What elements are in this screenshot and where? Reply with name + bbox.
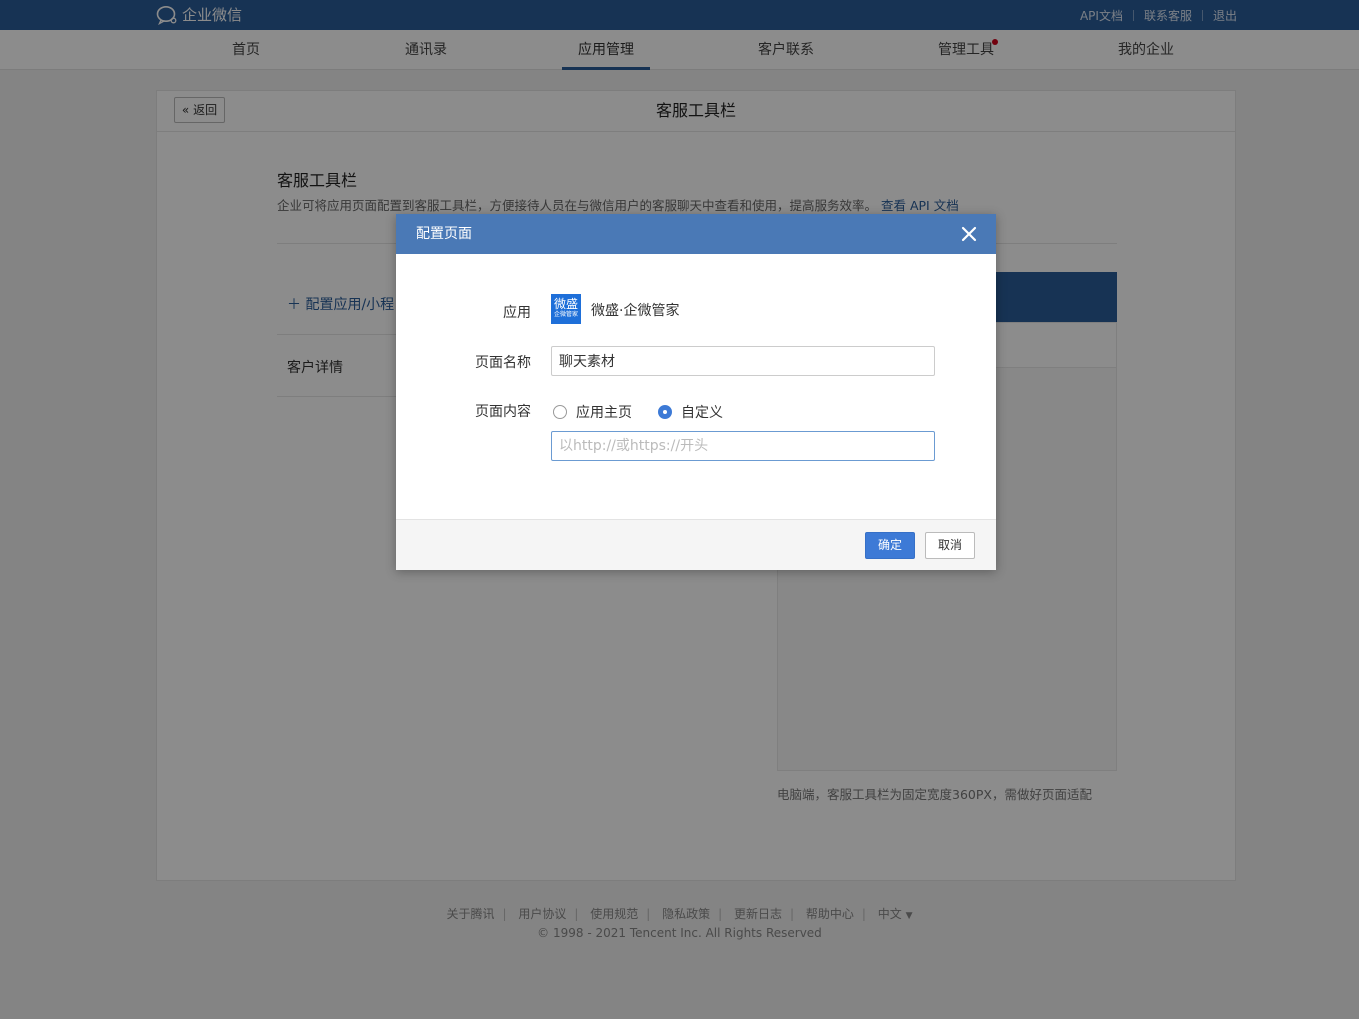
dialog-title: 配置页面 (416, 226, 472, 242)
dialog-footer: 确定 取消 (396, 519, 996, 570)
app-label: 应用 (503, 305, 531, 321)
radio-app-home[interactable]: 应用主页 (553, 402, 632, 422)
page-name-label: 页面名称 (475, 355, 531, 371)
app-name: 微盛·企微管家 (591, 303, 680, 319)
confirm-button[interactable]: 确定 (865, 532, 915, 559)
app-icon: 微盛 企微管家 (551, 294, 581, 324)
radio-custom[interactable]: 自定义 (658, 402, 723, 422)
url-input[interactable] (551, 431, 935, 461)
page-name-input[interactable] (551, 346, 935, 376)
radio-custom-label: 自定义 (681, 405, 723, 421)
radio-checked-icon (658, 405, 672, 419)
configure-page-dialog: 配置页面 应用 微盛 企微管家 微盛·企微管家 页面名称 页面内容 应用主页 自… (396, 214, 996, 570)
cancel-button[interactable]: 取消 (925, 532, 975, 559)
radio-app-home-label: 应用主页 (576, 405, 632, 421)
app-icon-text: 微盛 (553, 297, 578, 311)
radio-unchecked-icon (553, 405, 567, 419)
app-icon-subtext: 企微管家 (553, 311, 578, 318)
dialog-header: 配置页面 (396, 214, 996, 254)
close-icon[interactable] (960, 225, 978, 243)
page-content-label: 页面内容 (475, 404, 531, 420)
